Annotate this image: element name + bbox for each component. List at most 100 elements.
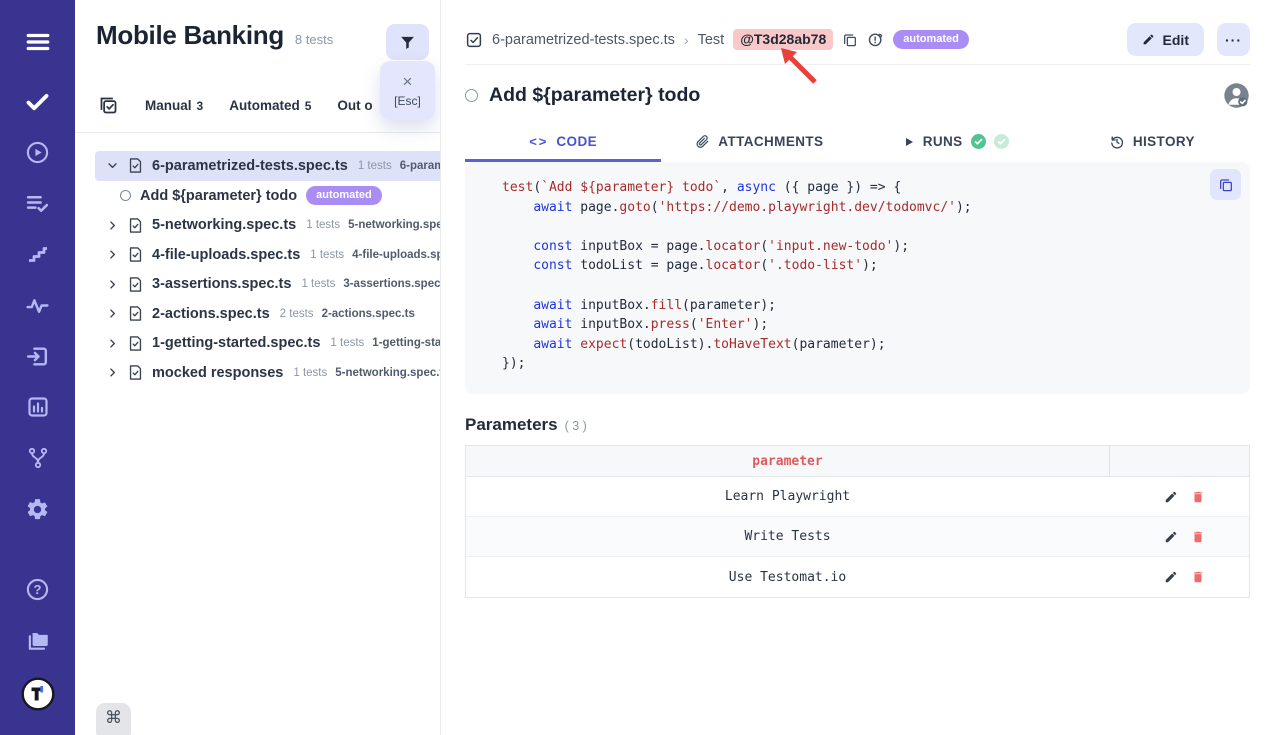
run-passed-faded-icon [994,134,1009,149]
parameter-row: Write Tests [466,517,1249,557]
spec-file-tag: 3-assertions.spec.ts [343,278,440,290]
projects-icon[interactable] [17,626,59,654]
tab-label: RUNS [923,134,963,149]
testomat-logo[interactable] [21,677,55,711]
tab-attachments[interactable]: ATTACHMENTS [661,124,857,162]
delete-parameter-button[interactable] [1191,530,1205,544]
spec-test-count: 1 tests [293,367,327,379]
help-icon[interactable]: ? [17,575,59,603]
spec-file-icon [127,305,144,322]
spec-file-tag: 1-getting-start [372,337,440,349]
edit-button-label: Edit [1163,32,1189,48]
spec-file-row[interactable]: 6-parametrized-tests.spec.ts 1 tests 6-p… [95,151,440,181]
tab-count: 3 [197,99,204,113]
test-status-icon [120,190,131,201]
runs-nav-icon[interactable] [17,138,59,166]
breadcrumb: 6-parametrized-tests.spec.ts › Test @T3d… [465,0,1250,65]
parameter-value: Write Tests [466,529,1109,544]
tests-count: 8 tests [295,32,333,47]
spec-file-row[interactable]: 5-networking.spec.ts 1 tests 5-networkin… [95,211,440,241]
code-block: test(`Add ${parameter} todo`, async ({ p… [465,162,1250,394]
code-line: const inputBox = page.locator('input.new… [502,237,1230,257]
chevron-right-icon[interactable] [107,367,119,378]
assignee-avatar-icon[interactable] [1223,82,1250,109]
spec-file-name: mocked responses [152,365,283,381]
spec-file-tag: 6-param [400,160,440,172]
filter-funnel-icon [399,34,416,51]
more-actions-button[interactable]: ··· [1217,23,1250,56]
plans-nav-icon[interactable] [17,189,59,217]
spec-test-count: 1 tests [330,337,364,349]
code-line: await inputBox.press('Enter'); [502,315,1230,335]
left-rail: ? [0,0,75,735]
parameter-row: Use Testomat.io [466,557,1249,597]
breadcrumb-file[interactable]: 6-parametrized-tests.spec.ts [492,32,675,48]
edit-parameter-button[interactable] [1164,530,1178,544]
command-palette-button[interactable]: ⌘ [96,703,131,735]
import-nav-icon[interactable] [17,342,59,370]
chevron-right-icon[interactable] [107,220,119,231]
parameter-value: Use Testomat.io [466,570,1109,585]
tab-history[interactable]: HISTORY [1054,124,1250,162]
menu-icon[interactable] [17,28,59,56]
tests-nav-icon[interactable] [17,87,59,115]
spec-file-name: 3-assertions.spec.ts [152,276,291,292]
tab-label: HISTORY [1133,134,1195,149]
test-row[interactable]: Add ${parameter} todo automated [95,181,440,211]
chevron-right-icon[interactable] [107,338,119,349]
spec-file-tag: 5-networking.spec.ts [335,367,440,379]
sidebar: Mobile Banking 8 tests × [Esc] Manual 3 … [75,0,441,735]
activity-nav-icon[interactable] [17,291,59,319]
code-line: await expect(todoList).toHaveText(parame… [502,335,1230,355]
svg-text:?: ? [34,582,42,597]
actions-column-header [1109,446,1249,476]
close-icon[interactable]: × [403,73,413,90]
test-id-badge[interactable]: @T3d28ab78 [733,29,833,50]
parameter-value: Learn Playwright [466,489,1109,504]
delete-parameter-button[interactable] [1191,490,1205,504]
code-line: const todoList = page.locator('.todo-lis… [502,256,1230,276]
spec-file-tag: 5-networking.spec. [348,219,440,231]
copy-icon[interactable] [842,32,858,48]
header-actions: Edit ··· [1127,23,1250,56]
esc-hint: [Esc] [394,94,421,108]
sidebar-tab-automated[interactable]: Automated 5 [229,98,311,113]
spec-file-tag: 4-file-uploads.spe [352,249,440,261]
chevron-right-icon[interactable] [107,308,119,319]
spec-file-icon [127,246,144,263]
copy-code-button[interactable] [1210,169,1241,200]
spec-file-row[interactable]: 2-actions.spec.ts 2 tests 2-actions.spec… [95,299,440,329]
paperclip-icon [695,134,710,149]
settings-nav-icon[interactable] [17,495,59,523]
sidebar-tab-manual[interactable]: Manual 3 [145,98,203,113]
test-row-title: Add ${parameter} todo [140,188,297,204]
edit-button[interactable]: Edit [1127,23,1204,56]
branches-nav-icon[interactable] [17,444,59,472]
tab-code[interactable]: <>CODE [465,124,661,162]
spec-file-row[interactable]: 1-getting-started.spec.ts 1 tests 1-gett… [95,329,440,359]
filter-button[interactable] [386,24,429,60]
edit-parameter-button[interactable] [1164,570,1178,584]
spec-file-row[interactable]: 4-file-uploads.spec.ts 1 tests 4-file-up… [95,240,440,270]
select-all-icon[interactable] [98,95,119,116]
parameters-table-header: parameter [466,446,1249,477]
parameter-row: Learn Playwright [466,477,1249,517]
parameters-table: parameter Learn Playwright Write Tests U… [465,445,1250,598]
spec-test-count: 1 tests [301,278,335,290]
sidebar-tab-out-o[interactable]: Out o [337,98,372,113]
spec-file-row[interactable]: mocked responses 1 tests 5-networking.sp… [95,358,440,388]
code-line: await inputBox.fill(parameter); [502,296,1230,316]
chevron-down-icon[interactable] [107,160,119,171]
analytics-nav-icon[interactable] [17,393,59,421]
edit-parameter-button[interactable] [1164,490,1178,504]
spec-file-icon [127,364,144,381]
delete-parameter-button[interactable] [1191,570,1205,584]
tab-runs[interactable]: RUNS [858,124,1054,162]
steps-nav-icon[interactable] [17,240,59,268]
spec-test-count: 2 tests [280,308,314,320]
chevron-right-icon[interactable] [107,279,119,290]
chevron-right-icon[interactable] [107,249,119,260]
main-panel: 6-parametrized-tests.spec.ts › Test @T3d… [441,0,1280,735]
test-status-icon [465,89,478,102]
spec-file-row[interactable]: 3-assertions.spec.ts 1 tests 3-assertion… [95,270,440,300]
